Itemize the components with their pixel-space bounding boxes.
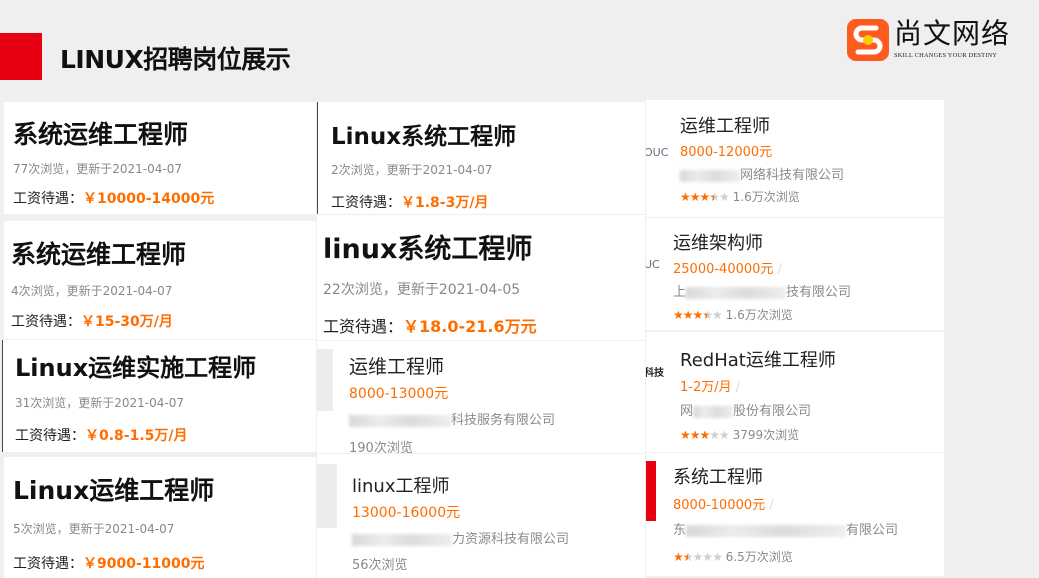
company-name: 上技有限公司 (673, 285, 852, 300)
blurred-text (686, 524, 847, 537)
job-listing[interactable]: 运维工程师 8000-13000元 科技服务有限公司 190次浏览 (317, 341, 645, 453)
job-meta: 31次浏览，更新于2021-04-07 (15, 396, 185, 410)
company-name: 网股份有限公司 (680, 404, 812, 419)
job-listing[interactable]: OUC 运维工程师 8000-12000元 网络科技有限公司 ★★★★★ 1.6… (646, 100, 944, 217)
job-listing[interactable]: 科技 RedHat运维工程师 1-2万/月 / 网股份有限公司 ★★★★★ 37… (646, 332, 944, 452)
job-meta: 2次浏览，更新于2021-04-07 (331, 163, 493, 177)
job-title: 运维工程师 (680, 116, 770, 137)
job-card[interactable]: Linux系统工程师 2次浏览，更新于2021-04-07 工资待遇：￥1.8-… (317, 102, 645, 214)
pay-label: 工资待遇： (15, 428, 85, 444)
job-meta: 77次浏览，更新于2021-04-07 (13, 162, 183, 176)
company-thumbnail (646, 461, 656, 521)
job-pay: 工资待遇：￥0.8-1.5万/月 (15, 425, 188, 445)
logo-tagline: SKILL CHANGES YOUR DESTINY (894, 52, 998, 59)
rating-and-views: ★★★★★ 1.6万次浏览 (680, 190, 800, 204)
company-name: 东有限公司 (673, 523, 899, 538)
job-pay: 工资待遇：￥10000-14000元 (13, 188, 214, 208)
page-title: LINUX招聘岗位展示 (60, 45, 291, 74)
job-card[interactable]: Linux运维工程师 5次浏览，更新于2021-04-07 工资待遇：￥9000… (4, 457, 316, 578)
job-title: Linux运维工程师 (13, 476, 215, 505)
job-pay: 工资待遇：￥1.8-3万/月 (331, 192, 488, 212)
job-title: RedHat运维工程师 (680, 350, 836, 371)
rating-and-views: ★★★★★ 6.5万次浏览 (673, 550, 793, 564)
job-card[interactable]: Linux运维实施工程师 31次浏览，更新于2021-04-07 工资待遇：￥0… (2, 340, 316, 452)
pay-label: 工资待遇： (11, 314, 81, 330)
blurred-text (686, 286, 787, 299)
rating-and-views: ★★★★★ 1.6万次浏览 (673, 308, 793, 322)
pay-value: ￥18.0-21.6万元 (403, 317, 537, 336)
job-title: linux系统工程师 (323, 234, 533, 265)
company-thumbnail: UC (646, 258, 660, 271)
job-card[interactable]: 系统运维工程师 4次浏览，更新于2021-04-07 工资待遇：￥15-30万/… (4, 221, 316, 339)
rating-and-views: ★★★★★ 3799次浏览 (680, 428, 800, 442)
pay-label: 工资待遇： (323, 317, 404, 336)
pay-value: ￥15-30万/月 (81, 314, 173, 330)
brand-logo: 尚文网络 SKILL CHANGES YOUR DESTINY (846, 16, 1016, 64)
blurred-text (349, 414, 451, 427)
job-meta: 4次浏览，更新于2021-04-07 (11, 284, 173, 298)
view-count: 56次浏览 (352, 558, 408, 573)
view-count: 190次浏览 (349, 441, 413, 453)
blurred-text (680, 169, 740, 182)
job-title: Linux运维实施工程师 (15, 354, 257, 382)
job-title: Linux系统工程师 (331, 124, 517, 150)
job-pay: 工资待遇：￥15-30万/月 (11, 311, 173, 331)
pay-value: ￥0.8-1.5万/月 (85, 428, 188, 444)
job-salary: 8000-10000元 / (673, 498, 774, 513)
company-thumbnail: OUC (646, 146, 669, 159)
job-salary: 8000-13000元 (349, 386, 449, 402)
blurred-text (352, 533, 452, 546)
job-title: 系统工程师 (673, 467, 763, 488)
company-thumbnail: 科技 (646, 368, 664, 379)
blurred-text (693, 405, 734, 418)
rating-stars: ★★★★★ (673, 308, 723, 322)
job-listing[interactable]: UC 运维架构师 25000-40000元 / 上技有限公司 ★★★★★ 1.6… (646, 218, 944, 330)
job-meta: 5次浏览，更新于2021-04-07 (13, 522, 175, 536)
company-thumbnail (317, 349, 333, 411)
title-accent-bar (0, 33, 42, 80)
job-salary: 1-2万/月 / (680, 380, 741, 395)
job-salary: 25000-40000元 / (673, 262, 782, 277)
pay-value: ￥10000-14000元 (83, 191, 215, 207)
job-title: 运维工程师 (349, 356, 445, 378)
company-name: 网络科技有限公司 (680, 164, 844, 183)
job-card[interactable]: 系统运维工程师 77次浏览，更新于2021-04-07 工资待遇：￥10000-… (4, 102, 316, 214)
rating-stars: ★★★★★ (673, 550, 723, 564)
company-name: 力资源科技有限公司 (352, 528, 569, 547)
job-salary: 13000-16000元 (352, 505, 461, 521)
company-name: 科技服务有限公司 (349, 409, 555, 428)
job-title: 系统运维工程师 (13, 120, 189, 149)
company-thumbnail (317, 464, 337, 528)
rating-stars: ★★★★★ (680, 428, 730, 442)
job-title: 系统运维工程师 (11, 240, 187, 269)
job-listing[interactable]: 系统工程师 8000-10000元 / 东有限公司 ★★★★★ 6.5万次浏览 (646, 453, 944, 576)
pay-label: 工资待遇： (331, 195, 401, 211)
job-listing[interactable]: linux工程师 13000-16000元 力资源科技有限公司 56次浏览 (317, 454, 645, 578)
job-pay: 工资待遇：￥9000-11000元 (13, 553, 204, 573)
job-card[interactable]: linux系统工程师 22次浏览，更新于2021-04-05 工资待遇：￥18.… (317, 215, 645, 340)
rating-stars: ★★★★★ (680, 190, 730, 204)
pay-value: ￥1.8-3万/月 (401, 195, 489, 211)
job-title: linux工程师 (352, 476, 450, 497)
job-pay: 工资待遇：￥18.0-21.6万元 (323, 313, 537, 337)
logo-s-icon (847, 19, 889, 61)
job-meta: 22次浏览，更新于2021-04-05 (323, 282, 521, 298)
job-salary: 8000-12000元 (680, 145, 773, 160)
job-title: 运维架构师 (673, 233, 763, 254)
pay-label: 工资待遇： (13, 556, 83, 572)
pay-value: ￥9000-11000元 (83, 556, 205, 572)
pay-label: 工资待遇： (13, 191, 83, 207)
logo-name: 尚文网络 (894, 17, 1011, 50)
